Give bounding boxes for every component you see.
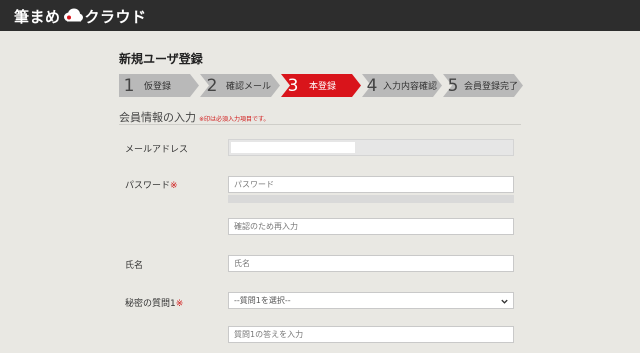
step-1-number: 1 xyxy=(123,75,135,96)
step-5-number: 5 xyxy=(447,75,459,96)
secret-answer-1-placeholder: 質問1の答えを入力 xyxy=(234,330,304,339)
step-5: 5 会員登録完了 xyxy=(443,74,523,97)
required-mark: ※ xyxy=(170,181,178,191)
cloud-icon xyxy=(63,8,83,22)
email-label: メールアドレス xyxy=(125,142,188,155)
email-label-text: メールアドレス xyxy=(125,145,189,155)
step-3: 3 本登録 xyxy=(281,74,361,97)
step-3-number: 3 xyxy=(287,75,299,96)
section-header: 会員情報の入力 ※印は必須入力項目です。 xyxy=(119,109,269,125)
password-confirm-placeholder: 確認のため再入力 xyxy=(234,222,298,231)
password-label: パスワード※ xyxy=(125,178,178,191)
email-field xyxy=(228,139,514,156)
step-3-label: 本登録 xyxy=(309,82,337,92)
logo-text-left: 筆まめ xyxy=(14,7,61,26)
password-confirm-input[interactable]: 確認のため再入力 xyxy=(228,218,514,235)
step-2-number: 2 xyxy=(206,75,218,96)
step-1-label: 仮登録 xyxy=(144,82,172,92)
step-4-label: 入力内容確認 xyxy=(383,82,438,92)
password-label-text: パスワード xyxy=(125,181,171,191)
logo[interactable]: 筆まめ クラウド xyxy=(14,4,147,28)
password-input[interactable]: パスワード xyxy=(228,176,514,193)
page-title: 新規ユーザ登録 xyxy=(119,52,203,66)
step-4: 4 入力内容確認 xyxy=(362,74,442,97)
step-2: 2 確認メール xyxy=(200,74,280,97)
app-header: 筆まめ クラウド xyxy=(0,0,640,31)
password-placeholder: パスワード xyxy=(234,180,274,189)
name-label: 氏名 xyxy=(125,258,143,271)
name-input[interactable]: 氏名 xyxy=(228,255,514,272)
secret-question-1-label: 秘密の質問1※ xyxy=(125,296,183,309)
section-title: 会員情報の入力 xyxy=(119,111,196,124)
logo-text-right: クラウド xyxy=(84,7,147,26)
step-1: 1 仮登録 xyxy=(119,74,199,97)
required-mark: ※ xyxy=(175,299,184,309)
secret-answer-1-input[interactable]: 質問1の答えを入力 xyxy=(228,326,514,343)
secret-question-1-value: --質問1を選択-- xyxy=(234,296,291,305)
name-placeholder: 氏名 xyxy=(234,259,250,268)
required-note: ※印は必須入力項目です。 xyxy=(199,116,270,123)
secret-question-1-select[interactable]: --質問1を選択-- xyxy=(228,292,514,309)
step-5-label: 会員登録完了 xyxy=(464,82,519,92)
name-label-text: 氏名 xyxy=(125,261,144,271)
step-2-label: 確認メール xyxy=(226,82,272,92)
password-strength-bar xyxy=(228,195,514,203)
step-4-number: 4 xyxy=(366,75,378,96)
section-divider xyxy=(119,124,521,125)
secret-question-1-label-text: 秘密の質問1 xyxy=(125,299,176,309)
chevron-down-icon xyxy=(501,299,508,304)
email-value xyxy=(231,142,355,153)
step-indicator: 1 仮登録 2 確認メール 3 本登録 4 入力内容確認 5 会員登録完了 xyxy=(119,74,529,97)
